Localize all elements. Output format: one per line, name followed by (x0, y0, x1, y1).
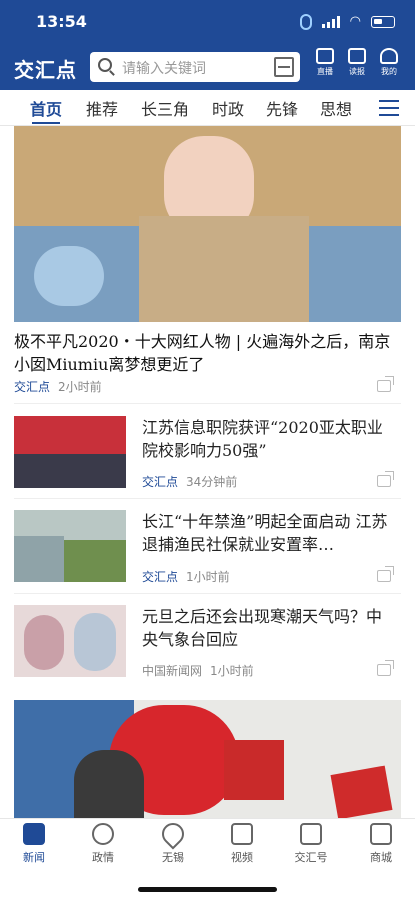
signal-icon (321, 16, 340, 28)
star-icon (92, 823, 114, 845)
news-source: 中国新闻网 (142, 664, 203, 678)
app-logo[interactable]: 交汇点 (14, 54, 77, 83)
news-title[interactable]: 江苏信息职院获评“2020亚太职业院校影响力50强” (142, 416, 397, 462)
nav-channel[interactable]: 交汇号 (281, 823, 341, 865)
news-icon (23, 823, 45, 845)
user-icon (380, 48, 398, 64)
search-placeholder: 请输入关键词 (122, 61, 206, 77)
news-meta: 交汇点 1小时前 (142, 568, 230, 585)
tab-recommend[interactable]: 推荐 (86, 96, 118, 120)
nav-video[interactable]: 视频 (212, 823, 272, 865)
news-thumbnail[interactable] (14, 605, 126, 677)
top-bar: 交汇点 请输入关键词 直播 读报 我的 (0, 44, 415, 90)
divider (14, 593, 401, 594)
tab-thought[interactable]: 思想 (320, 96, 352, 120)
news-title[interactable]: 长江“十年禁渔”明起全面启动 江苏退捕渔民社保就业安置率… (142, 510, 397, 556)
hero-time: 2小时前 (58, 380, 102, 394)
status-time: 13:54 (36, 12, 87, 31)
divider (14, 403, 401, 404)
news-time: 1小时前 (210, 664, 254, 678)
nav-wuxi[interactable]: 无锡 (143, 818, 203, 865)
nav-wuxi-label: 无锡 (162, 851, 184, 864)
video-icon (231, 823, 253, 845)
category-tabs: 首页 推荐 长三角 时政 先锋 思想 (0, 90, 415, 126)
hero-title[interactable]: 极不平凡2020・十大网红人物 | 火遍海外之后，南京小囡Miumiu离梦想更近… (14, 330, 394, 376)
nav-video-label: 视频 (231, 851, 253, 864)
bottom-nav: 新闻 政情 无锡 视频 交汇号 商城 (0, 818, 415, 900)
hero-meta: 交汇点 2小时前 (14, 378, 102, 395)
live-tv-icon (316, 48, 334, 64)
tab-politics[interactable]: 时政 (212, 96, 244, 120)
news-time: 34分钟前 (186, 475, 238, 489)
live-button[interactable]: 直播 (310, 48, 340, 77)
nav-shop-label: 商城 (370, 851, 392, 864)
search-input[interactable]: 请输入关键词 (90, 52, 300, 82)
menu-icon[interactable] (379, 100, 399, 116)
app-header: 13:54 ◠ 交汇点 请输入关键词 直播 读报 我的 (0, 0, 415, 90)
nav-news-label: 新闻 (23, 851, 45, 864)
newspaper-icon (348, 48, 366, 64)
wifi-icon: ◠ (349, 14, 361, 29)
nav-politics[interactable]: 政情 (73, 823, 133, 865)
news-source: 交汇点 (142, 475, 179, 489)
status-icons: ◠ (299, 14, 395, 30)
channel-icon (300, 823, 322, 845)
location-icon (157, 818, 189, 850)
nav-politics-label: 政情 (92, 851, 114, 864)
news-source: 交汇点 (142, 570, 179, 584)
nav-channel-label: 交汇号 (294, 851, 328, 864)
live-label: 直播 (317, 67, 333, 76)
scan-icon[interactable] (274, 57, 294, 77)
news-time: 1小时前 (186, 570, 230, 584)
hero-source: 交汇点 (14, 380, 51, 394)
profile-label: 我的 (381, 67, 397, 76)
location-indicator-icon (299, 14, 312, 30)
hero-image[interactable] (14, 126, 401, 322)
read-paper-label: 读报 (349, 67, 365, 76)
read-paper-button[interactable]: 读报 (342, 48, 372, 77)
nav-shop[interactable]: 商城 (351, 823, 411, 865)
tab-pioneer[interactable]: 先锋 (266, 96, 298, 120)
home-indicator (138, 887, 277, 892)
battery-icon (371, 16, 395, 28)
news-thumbnail[interactable] (14, 416, 126, 488)
tab-yangtze-delta[interactable]: 长三角 (141, 96, 189, 120)
news-meta: 交汇点 34分钟前 (142, 473, 237, 490)
tab-home[interactable]: 首页 (30, 96, 62, 124)
divider (14, 498, 401, 499)
news-meta: 中国新闻网 1小时前 (142, 662, 254, 679)
profile-button[interactable]: 我的 (374, 48, 404, 77)
shop-icon (370, 823, 392, 845)
share-icon[interactable] (377, 376, 394, 392)
nav-news[interactable]: 新闻 (4, 823, 64, 865)
status-bar: 13:54 ◠ (0, 0, 415, 44)
share-icon[interactable] (377, 660, 394, 676)
news-thumbnail[interactable] (14, 510, 126, 582)
share-icon[interactable] (377, 471, 394, 487)
news-title[interactable]: 元旦之后还会出现寒潮天气吗？中央气象台回应 (142, 605, 397, 651)
feature-image[interactable] (14, 700, 401, 818)
search-icon (98, 58, 112, 72)
share-icon[interactable] (377, 566, 394, 582)
